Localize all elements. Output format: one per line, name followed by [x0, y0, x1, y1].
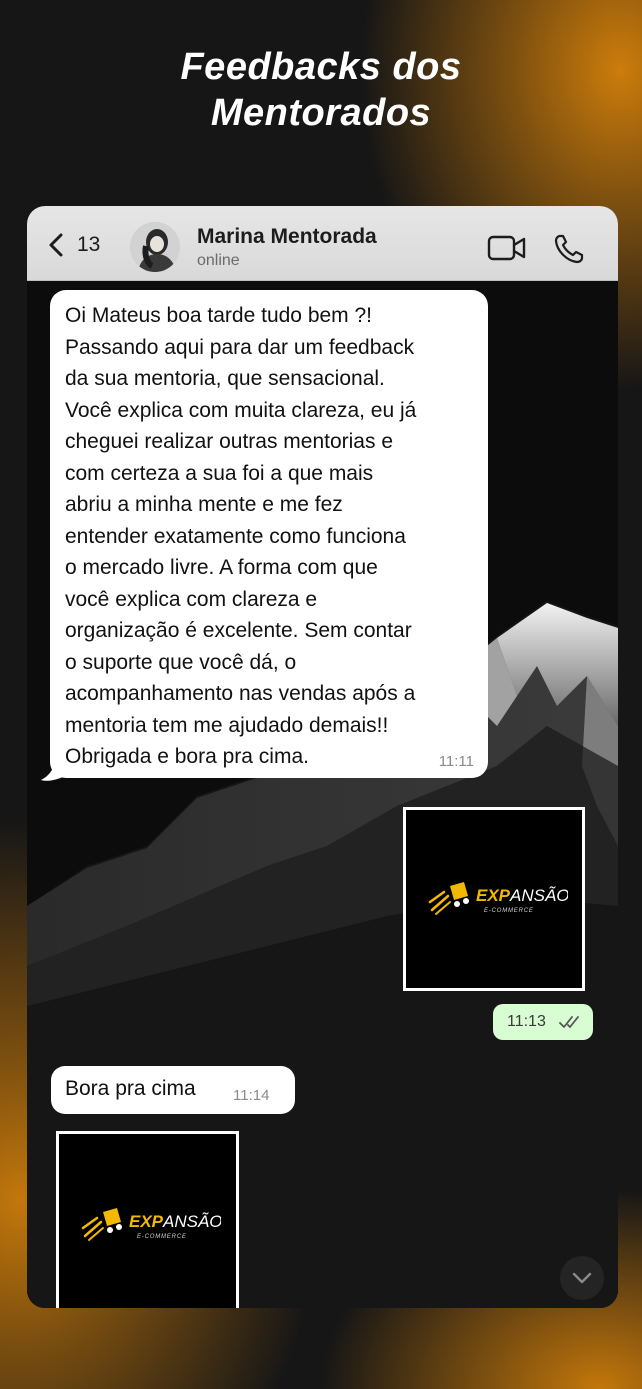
incoming-message-bubble[interactable]: Bora pra cima 11:14 — [51, 1066, 295, 1114]
message-time: 11:13 — [507, 1013, 546, 1030]
outgoing-message-meta: 11:13 — [493, 1004, 593, 1040]
logo-bold: EXP — [129, 1212, 164, 1231]
double-check-icon — [559, 1016, 579, 1028]
chat-header: 13 Marina Mentorada online — [27, 206, 618, 281]
expansao-logo: EXP ANSÃO E-COMMERCE — [428, 882, 568, 915]
phone-icon[interactable] — [553, 233, 585, 265]
avatar[interactable] — [130, 222, 180, 272]
expansao-logo: EXP ANSÃO E-COMMERCE — [81, 1208, 221, 1241]
contact-status: online — [197, 252, 240, 269]
video-camera-icon[interactable] — [487, 234, 527, 262]
page-headline: Feedbacks dos Mentorados — [0, 44, 642, 136]
chevron-down-icon — [572, 1272, 592, 1284]
headline-line-2: Mentorados — [210, 92, 432, 134]
message-time: 11:14 — [233, 1087, 270, 1104]
scroll-to-bottom-button[interactable] — [560, 1256, 604, 1300]
contact-name[interactable]: Marina Mentorada — [197, 225, 377, 249]
chat-screenshot: 13 Marina Mentorada online Oi Mateus boa… — [27, 206, 618, 1308]
incoming-image-message[interactable]: EXP ANSÃO E-COMMERCE — [56, 1131, 239, 1308]
logo-bold: EXP — [476, 886, 511, 905]
message-text: Oi Mateus boa tarde tudo bem ?! Passando… — [65, 304, 417, 768]
chevron-left-icon[interactable] — [43, 230, 73, 260]
incoming-message-bubble[interactable]: Oi Mateus boa tarde tudo bem ?! Passando… — [50, 290, 488, 778]
unread-count[interactable]: 13 — [77, 233, 100, 257]
logo-tagline: E-COMMERCE — [137, 1234, 187, 1240]
headline-line-1: Feedbacks dos — [180, 46, 462, 88]
outgoing-image-message[interactable]: EXP ANSÃO E-COMMERCE — [403, 807, 585, 991]
logo-tagline: E-COMMERCE — [484, 908, 534, 914]
logo-rest: ANSÃO — [162, 1212, 221, 1231]
message-text: Bora pra cima — [65, 1077, 196, 1100]
message-time: 11:11 — [438, 753, 474, 770]
logo-rest: ANSÃO — [509, 886, 568, 905]
